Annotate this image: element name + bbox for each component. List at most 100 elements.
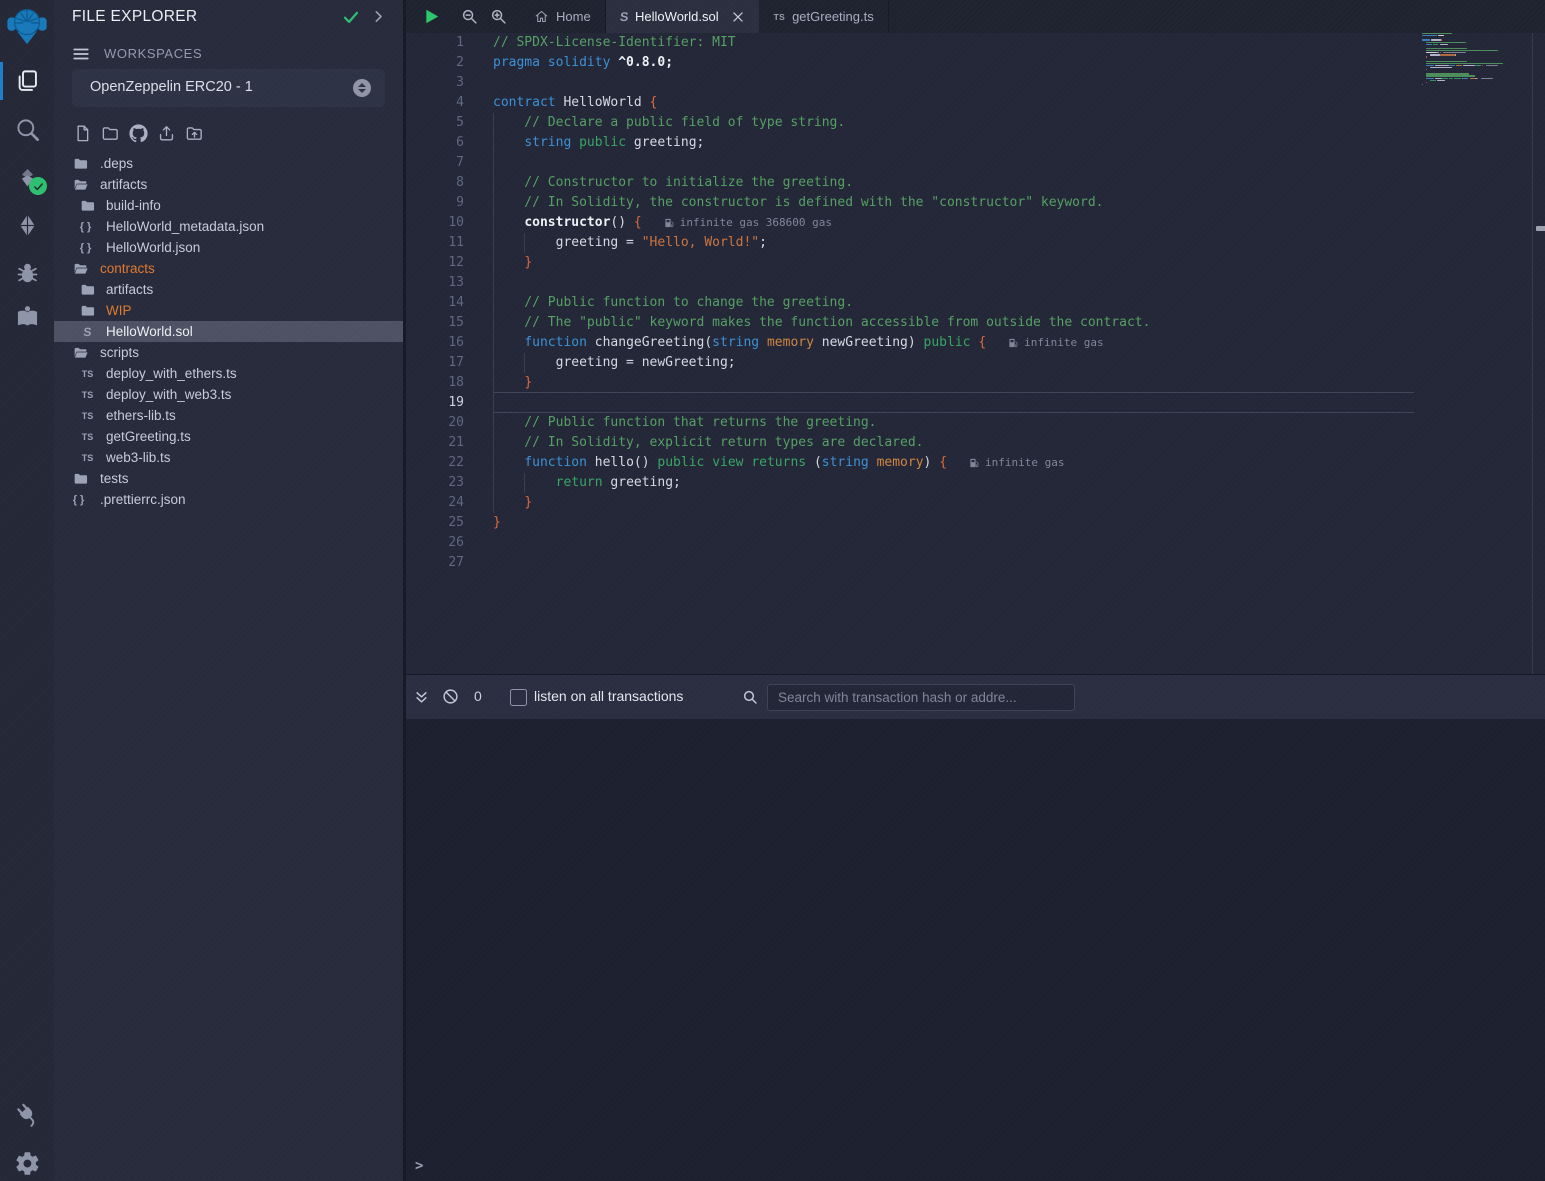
workspace-select[interactable]: OpenZeppelin ERC20 - 1: [72, 69, 385, 107]
code-text: // In Solidity, explicit return types ar…: [493, 433, 923, 453]
tree-item-helloworld-json[interactable]: { }HelloWorld.json: [54, 237, 403, 258]
activity-item-deploy-and-run[interactable]: [0, 203, 54, 247]
activity-item-search[interactable]: [0, 107, 54, 151]
code-line-26[interactable]: 26: [406, 533, 1414, 553]
tree-item-build-info[interactable]: build-info: [54, 195, 403, 216]
deploy-icon: [14, 212, 41, 239]
tree-item-tests[interactable]: tests: [54, 468, 403, 489]
tree-item-contracts[interactable]: contracts: [54, 258, 403, 279]
check-icon: [342, 8, 360, 26]
tree-item--prettierrc-json[interactable]: { }.prettierrc.json: [54, 489, 403, 510]
folder-icon: [72, 470, 89, 487]
gas-pump-icon: [1008, 337, 1024, 349]
listen-transactions-checkbox[interactable]: [510, 689, 527, 706]
chevron-right-icon[interactable]: [371, 9, 386, 24]
code-line-8[interactable]: 8 // Constructor to initialize the greet…: [406, 173, 1414, 193]
code-line-22[interactable]: 22 function hello() public view returns …: [406, 453, 1414, 473]
code-line-5[interactable]: 5 // Declare a public field of type stri…: [406, 113, 1414, 133]
code-line-27[interactable]: 27: [406, 553, 1414, 573]
code-line-11[interactable]: 11 greeting = "Hello, World!";: [406, 233, 1414, 253]
code-line-13[interactable]: 13: [406, 273, 1414, 293]
compile-success-badge: [29, 177, 47, 195]
tree-item-helloworld-metadata-json[interactable]: { }HelloWorld_metadata.json: [54, 216, 403, 237]
code-line-4[interactable]: 4contract HelloWorld {: [406, 93, 1414, 113]
editor-scrollbar[interactable]: [1532, 33, 1545, 674]
activity-item-debugger[interactable]: [0, 250, 54, 294]
tab-home[interactable]: Home: [520, 0, 606, 33]
plug-icon: [14, 1101, 41, 1128]
code-line-10[interactable]: 10 constructor() { infinite gas 368600 ga…: [406, 213, 1414, 233]
code-line-7[interactable]: 7: [406, 153, 1414, 173]
new-file-icon[interactable]: [72, 122, 92, 144]
zoom-in-icon[interactable]: [490, 8, 507, 25]
code-line-14[interactable]: 14 // Public function to change the gree…: [406, 293, 1414, 313]
code-line-12[interactable]: 12 }: [406, 253, 1414, 273]
tree-item-artifacts[interactable]: artifacts: [54, 174, 403, 195]
tree-item-web3-lib-ts[interactable]: TSweb3-lib.ts: [54, 447, 403, 468]
code-line-9[interactable]: 9 // In Solidity, the constructor is def…: [406, 193, 1414, 213]
tab-label: HelloWorld.sol: [635, 9, 719, 24]
activity-item-settings[interactable]: [0, 1141, 54, 1181]
close-icon[interactable]: [731, 10, 745, 24]
code-editor[interactable]: 1// SPDX-License-Identifier: MIT2pragma …: [406, 33, 1545, 674]
chevrons-down-icon[interactable]: [414, 690, 429, 705]
code-line-25[interactable]: 25}: [406, 513, 1414, 533]
folder-icon: [79, 197, 96, 214]
code-line-2[interactable]: 2pragma solidity ^0.8.0;: [406, 53, 1414, 73]
tree-item-label: HelloWorld_metadata.json: [106, 219, 264, 234]
workspaces-label: WORKSPACES: [104, 46, 202, 61]
remix-logo-icon[interactable]: [4, 2, 50, 48]
code-line-24[interactable]: 24 }: [406, 493, 1414, 513]
code-text: constructor() {: [493, 213, 642, 233]
activity-item-solidity-compiler[interactable]: [0, 155, 54, 199]
tree-item-scripts[interactable]: scripts: [54, 342, 403, 363]
code-line-18[interactable]: 18 }: [406, 373, 1414, 393]
tab-getgreeting-ts[interactable]: TSgetGreeting.ts: [760, 0, 889, 33]
gas-estimate-badge: infinite gas 368600 gas: [664, 213, 832, 233]
code-line-3[interactable]: 3: [406, 73, 1414, 93]
code-line-17[interactable]: 17 greeting = newGreeting;: [406, 353, 1414, 373]
code-line-19[interactable]: 19: [406, 393, 1414, 413]
upload-folder-icon[interactable]: [184, 122, 204, 144]
tree-item-artifacts[interactable]: artifacts: [54, 279, 403, 300]
hamburger-menu-icon[interactable]: [72, 45, 90, 61]
tree-item-deploy-with-ethers-ts[interactable]: TSdeploy_with_ethers.ts: [54, 363, 403, 384]
editor-tab-bar: HomeSHelloWorld.solTSgetGreeting.ts: [406, 0, 1545, 33]
tree-item-getgreeting-ts[interactable]: TSgetGreeting.ts: [54, 426, 403, 447]
code-line-6[interactable]: 6 string public greeting;: [406, 133, 1414, 153]
line-number: 15: [406, 313, 464, 333]
line-number: 10: [406, 213, 464, 233]
upload-file-icon[interactable]: [156, 122, 176, 144]
line-number: 23: [406, 473, 464, 493]
code-line-16[interactable]: 16 function changeGreeting(string memory…: [406, 333, 1414, 353]
tab-helloworld-sol[interactable]: SHelloWorld.sol: [606, 0, 760, 33]
tree-item-label: scripts: [100, 345, 139, 360]
code-line-20[interactable]: 20 // Public function that returns the g…: [406, 413, 1414, 433]
tree-item-deploy-with-web3-ts[interactable]: TSdeploy_with_web3.ts: [54, 384, 403, 405]
tree-item-ethers-lib-ts[interactable]: TSethers-lib.ts: [54, 405, 403, 426]
activity-item-learneth[interactable]: [0, 295, 54, 339]
code-line-15[interactable]: 15 // The "public" keyword makes the fun…: [406, 313, 1414, 333]
minimap[interactable]: [1422, 33, 1534, 95]
tree-item-wip[interactable]: WIP: [54, 300, 403, 321]
transaction-search-input[interactable]: [767, 684, 1075, 711]
activity-item-plugin-manager[interactable]: [0, 1092, 54, 1136]
new-folder-icon[interactable]: [100, 122, 120, 144]
tree-item--deps[interactable]: .deps: [54, 153, 403, 174]
line-number: 13: [406, 273, 464, 293]
play-icon[interactable]: [422, 7, 441, 26]
ban-icon[interactable]: [442, 688, 459, 705]
activity-item-file-explorer[interactable]: [0, 59, 54, 103]
code-line-21[interactable]: 21 // In Solidity, explicit return types…: [406, 433, 1414, 453]
file-explorer-header: FILE EXPLORER: [54, 0, 403, 36]
typescript-icon: TS: [79, 365, 96, 382]
tree-item-helloworld-sol[interactable]: SHelloWorld.sol: [54, 321, 403, 342]
code-line-1[interactable]: 1// SPDX-License-Identifier: MIT: [406, 33, 1414, 53]
scrollbar-thumb[interactable]: [1536, 226, 1545, 231]
activity-bar: [0, 0, 55, 1181]
github-icon[interactable]: [128, 122, 148, 144]
zoom-out-icon[interactable]: [461, 8, 478, 25]
code-line-23[interactable]: 23 return greeting;: [406, 473, 1414, 493]
terminal-output[interactable]: >: [406, 719, 1545, 1181]
book-icon: [14, 304, 41, 331]
